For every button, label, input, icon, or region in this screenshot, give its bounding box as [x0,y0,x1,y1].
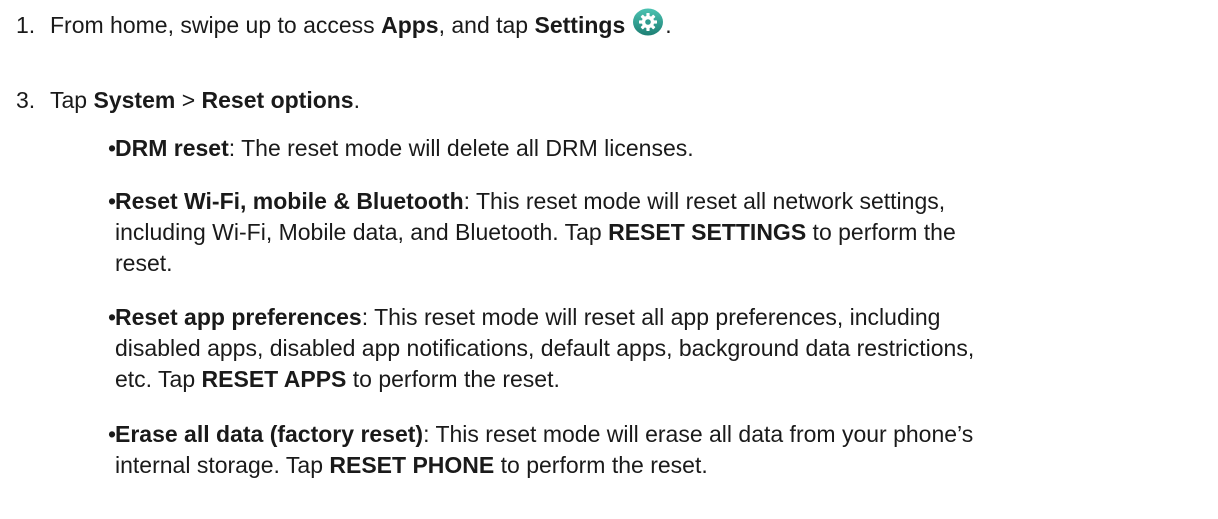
step-text: . [353,87,360,113]
bullet-factory-reset-content: Erase all data (factory reset): This res… [115,419,1005,481]
bullet-action: RESET SETTINGS [608,219,807,245]
step-bold-apps: Apps [381,12,439,38]
bullet-title: DRM reset [115,135,229,161]
step-text: Tap [50,87,94,113]
bullet-drm-reset-content: DRM reset: The reset mode will delete al… [115,133,995,164]
bullet-text: to perform the reset. [346,366,560,392]
step-bold-system: System [93,87,176,113]
step-bold-reset-options: Reset options [201,87,354,113]
bullet-reset-network-content: Reset Wi-Fi, mobile & Bluetooth: This re… [115,186,1005,279]
step-text: . [665,12,672,38]
bullet-title: Reset app preferences [115,304,362,330]
settings-gear-icon [631,7,665,37]
step-bold-settings: Settings [534,12,626,38]
step-text: , and tap [438,12,535,38]
step-number: 1. [16,12,36,38]
bullet-action: RESET PHONE [329,452,495,478]
step-text: > [175,87,202,113]
step-3: 3. Tap System > Reset options. [16,85,360,116]
bullet-title: Reset Wi-Fi, mobile & Bluetooth [115,188,464,214]
bullet-text: : The reset mode will delete all DRM lic… [228,135,694,161]
step-number: 3. [16,87,36,113]
bullet-action: RESET APPS [201,366,347,392]
bullet-title: Erase all data (factory reset) [115,421,424,447]
step-text: From home, swipe up to access [50,12,382,38]
bullet-reset-app-prefs-content: Reset app preferences: This reset mode w… [115,302,1005,395]
step-1: 1. From home, swipe up to access Apps, an… [16,7,672,41]
bullet-text: to perform the reset. [494,452,708,478]
instructions-document: 1. From home, swipe up to access Apps, an… [0,0,1218,519]
